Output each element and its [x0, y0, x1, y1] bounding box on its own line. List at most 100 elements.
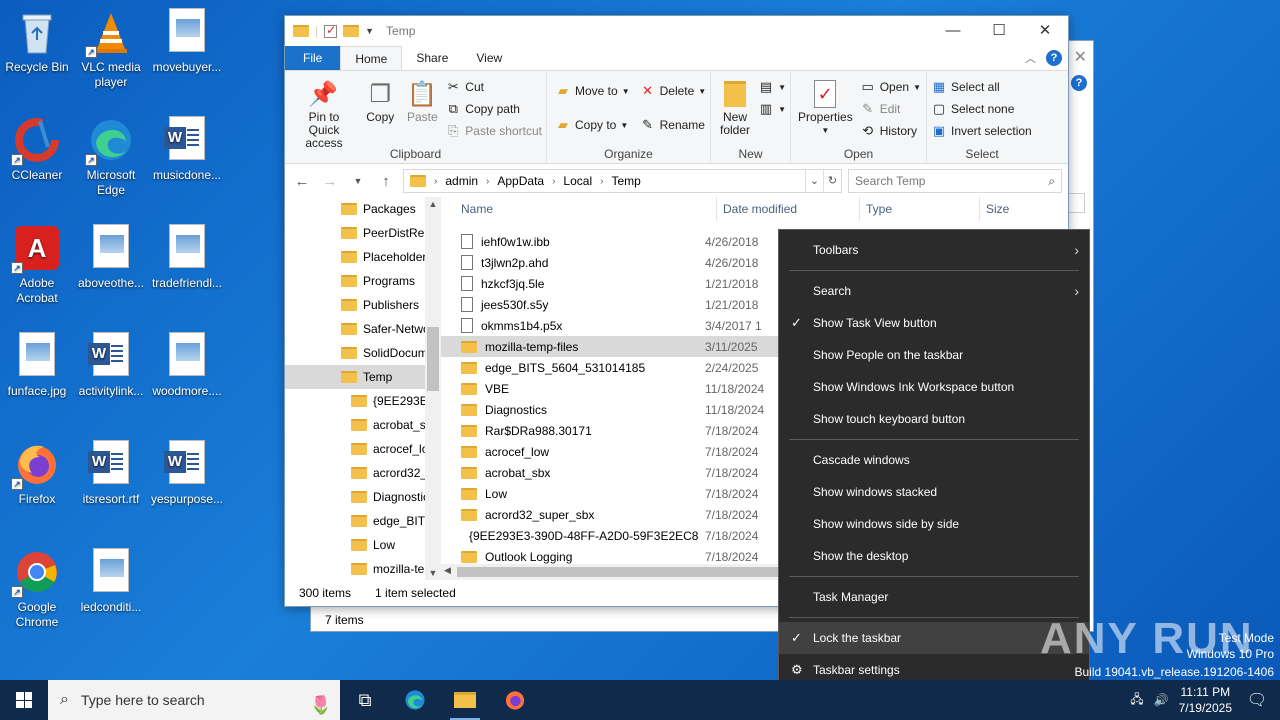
- desktop-icon-edge[interactable]: ↗ Microsoft Edge: [74, 116, 148, 198]
- search-input[interactable]: Search Temp ⌕: [848, 169, 1062, 193]
- clock[interactable]: 11:11 PM 7/19/2025: [1179, 684, 1232, 716]
- close-icon[interactable]: ✕: [1074, 47, 1087, 67]
- menu-item-toolbars[interactable]: Toolbars ›: [779, 234, 1089, 266]
- menu-item-touch-keyboard[interactable]: Show touch keyboard button: [779, 403, 1089, 435]
- forward-arrow-icon[interactable]: →: [319, 173, 341, 190]
- column-type[interactable]: Type: [860, 197, 980, 221]
- new-item-button[interactable]: ▤ ▼: [758, 77, 786, 97]
- taskbar[interactable]: ⌕ Type here to search 🌷 ⧉ 🖧 🔊 11:11 PM 7…: [0, 680, 1280, 720]
- address-bar[interactable]: › admin › AppData › Local › Temp ⌄ ↻: [403, 169, 842, 193]
- nav-item[interactable]: Packages: [285, 197, 441, 221]
- scroll-left-icon[interactable]: ◀: [444, 565, 451, 576]
- customize-toolbar-icon[interactable]: ▼: [365, 26, 374, 36]
- easy-access-button[interactable]: ▥ ▼: [758, 99, 786, 119]
- nav-item[interactable]: acrobat_sb: [285, 413, 441, 437]
- task-view-icon[interactable]: ⧉: [340, 680, 390, 720]
- paste-shortcut-button[interactable]: ⎘ Paste shortcut: [445, 121, 542, 141]
- desktop-icon-musicdone[interactable]: W musicdone...: [150, 116, 224, 183]
- nav-item[interactable]: edge_BITS_: [285, 509, 441, 533]
- column-size[interactable]: Size: [980, 197, 1060, 221]
- nav-item[interactable]: acrocef_lo: [285, 437, 441, 461]
- network-icon[interactable]: 🖧: [1130, 690, 1143, 711]
- back-arrow-icon[interactable]: ←: [291, 173, 313, 190]
- help-icon[interactable]: ?: [1046, 50, 1062, 66]
- close-button[interactable]: ✕: [1022, 16, 1068, 46]
- properties-button[interactable]: ✓ Properties ▼: [795, 75, 856, 145]
- notifications-icon[interactable]: 🗨: [1242, 690, 1272, 710]
- desktop-icon-tradefriendl[interactable]: tradefriendl...: [150, 224, 224, 291]
- copy-path-button[interactable]: ⧉ Copy path: [445, 99, 542, 119]
- edit-button[interactable]: ✎ Edit: [860, 99, 921, 119]
- select-none-button[interactable]: ▢ Select none: [931, 99, 1032, 119]
- title-bar[interactable]: | ▼ Temp — ☐ ✕: [285, 16, 1068, 46]
- nav-item[interactable]: PeerDistRep: [285, 221, 441, 245]
- menu-item-stacked[interactable]: Show windows stacked: [779, 476, 1089, 508]
- column-date-modified[interactable]: Date modified: [717, 197, 860, 221]
- nav-item[interactable]: Programs: [285, 269, 441, 293]
- refresh-icon[interactable]: ↻: [823, 170, 841, 192]
- up-arrow-icon[interactable]: ↑: [375, 173, 397, 190]
- desktop-icon-ledconditi[interactable]: ledconditi...: [74, 548, 148, 615]
- recent-locations-icon[interactable]: ▼: [347, 176, 369, 186]
- scroll-up-icon[interactable]: ▲: [425, 199, 441, 209]
- invert-selection-button[interactable]: ▣ Invert selection: [931, 121, 1032, 141]
- nav-item[interactable]: Low: [285, 533, 441, 557]
- nav-item[interactable]: mozilla-te: [285, 557, 441, 580]
- delete-button[interactable]: ✕ Delete ▼: [640, 81, 706, 101]
- desktop-icon-movebuyer[interactable]: movebuyer...: [150, 8, 224, 75]
- desktop-icon-itsresort[interactable]: W itsresort.rtf: [74, 440, 148, 507]
- scroll-thumb[interactable]: [427, 327, 439, 391]
- taskbar-search-box[interactable]: ⌕ Type here to search 🌷: [48, 680, 340, 720]
- edge-taskbar-icon[interactable]: [390, 680, 440, 720]
- cut-button[interactable]: ✂ Cut: [445, 77, 542, 97]
- menu-item-search[interactable]: Search ›: [779, 275, 1089, 307]
- rename-button[interactable]: ✎ Rename: [640, 115, 707, 135]
- desktop-icon-yespurpose[interactable]: W yespurpose...: [150, 440, 224, 507]
- desktop-icon-activitylink[interactable]: W activitylink...: [74, 332, 148, 399]
- new-folder-button[interactable]: New folder: [715, 75, 754, 145]
- nav-item[interactable]: Placeholder: [285, 245, 441, 269]
- menu-item-show-desktop[interactable]: Show the desktop: [779, 540, 1089, 572]
- pin-quick-access-button[interactable]: 📌 Pin to Quick access: [289, 75, 357, 150]
- address-dropdown-icon[interactable]: ⌄: [805, 170, 823, 192]
- firefox-taskbar-icon[interactable]: [490, 680, 540, 720]
- new-folder-quick-icon[interactable]: [343, 25, 360, 37]
- menu-item-task-manager[interactable]: Task Manager: [779, 581, 1089, 613]
- search-box-fragment[interactable]: [1067, 193, 1085, 213]
- breadcrumb-local[interactable]: Local: [563, 174, 592, 188]
- move-to-button[interactable]: ▰ Move to ▼: [555, 81, 630, 101]
- help-icon[interactable]: ?: [1071, 75, 1087, 91]
- nav-item[interactable]: Safer-Netwo: [285, 317, 441, 341]
- minimize-button[interactable]: —: [930, 16, 976, 46]
- tab-share[interactable]: Share: [402, 46, 462, 70]
- select-all-button[interactable]: ▦ Select all: [931, 77, 1032, 97]
- nav-item[interactable]: acrord32_s: [285, 461, 441, 485]
- desktop-icon-acrobat[interactable]: A ↗ Adobe Acrobat: [0, 224, 74, 306]
- scroll-down-icon[interactable]: ▼: [425, 568, 441, 578]
- column-name[interactable]: Name: [441, 197, 717, 221]
- nav-item[interactable]: SolidDocum: [285, 341, 441, 365]
- menu-item-cascade[interactable]: Cascade windows: [779, 444, 1089, 476]
- scroll-thumb[interactable]: [457, 567, 787, 577]
- maximize-button[interactable]: ☐: [976, 16, 1022, 46]
- paste-button[interactable]: 📋 Paste: [403, 75, 441, 145]
- volume-icon[interactable]: 🔊: [1154, 693, 1169, 707]
- desktop-icon-chrome[interactable]: ↗ Google Chrome: [0, 548, 74, 630]
- breadcrumb-temp[interactable]: Temp: [611, 174, 640, 188]
- menu-item-ink-workspace[interactable]: Show Windows Ink Workspace button: [779, 371, 1089, 403]
- desktop-icon-aboveothe[interactable]: aboveothe...: [74, 224, 148, 291]
- nav-item[interactable]: {9EE293E3-: [285, 389, 441, 413]
- nav-item[interactable]: Publishers: [285, 293, 441, 317]
- tab-file[interactable]: File: [285, 46, 341, 70]
- desktop-icon-woodmore[interactable]: woodmore....: [150, 332, 224, 399]
- history-button[interactable]: ⟲ History: [860, 121, 921, 141]
- copy-button[interactable]: ❐ Copy: [361, 75, 399, 145]
- open-button[interactable]: ▭ Open ▼: [860, 77, 921, 97]
- desktop-icon-funface[interactable]: funface.jpg: [0, 332, 74, 399]
- minimize-ribbon-icon[interactable]: ︿: [1025, 50, 1036, 66]
- desktop-icon-ccleaner[interactable]: ↗ CCleaner: [0, 116, 74, 183]
- menu-item-task-view[interactable]: ✓ Show Task View button: [779, 307, 1089, 339]
- properties-quick-icon[interactable]: [324, 23, 338, 38]
- nav-scrollbar[interactable]: ▲ ▼: [425, 197, 441, 580]
- desktop-icon-vlc[interactable]: ↗ VLC media player: [74, 8, 148, 90]
